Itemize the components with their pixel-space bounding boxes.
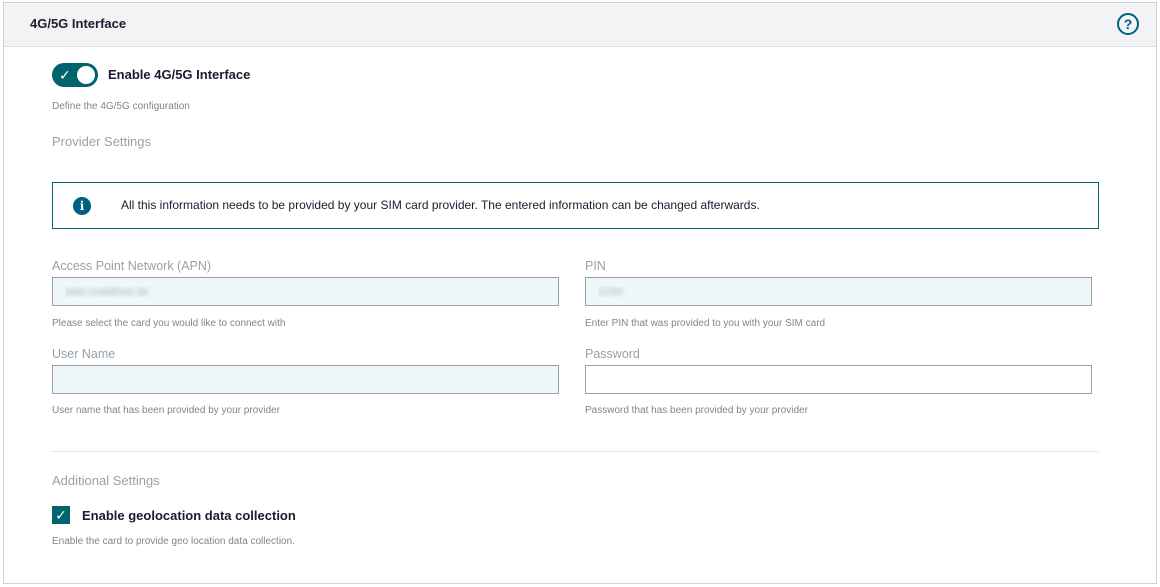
additional-settings-title: Additional Settings — [52, 473, 160, 488]
panel-header: 4G/5G Interface ? — [4, 3, 1156, 47]
geolocation-label: Enable geolocation data collection — [82, 508, 296, 523]
username-label: User Name — [52, 347, 116, 361]
password-label: Password — [585, 347, 640, 361]
apn-input[interactable] — [52, 277, 559, 306]
pin-input[interactable] — [585, 277, 1092, 306]
password-input[interactable] — [585, 365, 1092, 394]
enable-interface-label: Enable 4G/5G Interface — [108, 67, 251, 82]
apn-hint: Please select the card you would like to… — [52, 318, 286, 329]
password-hint: Password that has been provided by your … — [585, 405, 808, 416]
username-input[interactable] — [52, 365, 559, 394]
apn-label: Access Point Network (APN) — [52, 259, 212, 273]
provider-settings-title: Provider Settings — [52, 134, 151, 149]
enable-interface-toggle[interactable]: ✓ — [52, 63, 98, 87]
info-banner: i All this information needs to be provi… — [52, 182, 1099, 229]
pin-hint: Enter PIN that was provided to you with … — [585, 318, 826, 329]
toggle-knob — [77, 66, 95, 84]
geolocation-hint: Enable the card to provide geo location … — [52, 536, 295, 547]
info-icon: i — [73, 197, 91, 215]
toggle-description: Define the 4G/5G configuration — [52, 101, 190, 112]
panel-title: 4G/5G Interface — [30, 16, 127, 31]
pin-label: PIN — [585, 259, 606, 273]
help-circle-icon[interactable]: ? — [1117, 13, 1139, 35]
section-divider — [52, 451, 1099, 452]
username-hint: User name that has been provided by your… — [52, 405, 280, 416]
info-text: All this information needs to be provide… — [121, 198, 760, 212]
check-icon: ✓ — [59, 67, 71, 83]
geolocation-checkbox[interactable]: ✓ — [52, 506, 70, 524]
